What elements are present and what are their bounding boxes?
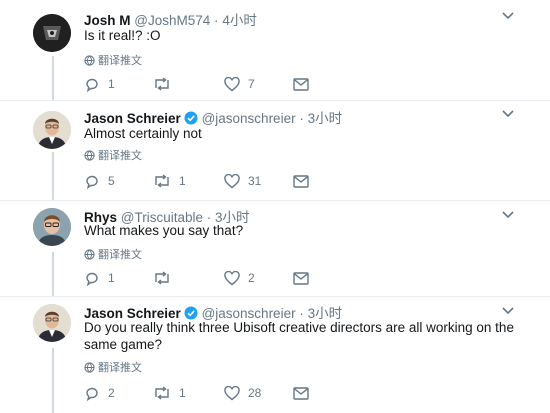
envelope-icon xyxy=(293,271,309,285)
reply-count: 1 xyxy=(108,271,115,285)
chevron-down-icon[interactable] xyxy=(502,207,514,222)
reply-button[interactable]: 2 xyxy=(84,384,115,402)
tweet-text: Is it real!? :O xyxy=(84,28,161,43)
translate-label: 翻译推文 xyxy=(98,55,142,67)
reply-button[interactable]: 1 xyxy=(84,269,115,287)
translate-link[interactable]: 翻译推文 xyxy=(84,52,142,69)
retweet-icon xyxy=(155,386,169,400)
retweet-count: 1 xyxy=(179,174,186,188)
reply-count: 1 xyxy=(108,77,115,91)
globe-icon xyxy=(84,362,95,376)
timestamp[interactable]: 3小时 xyxy=(308,111,343,126)
tweet[interactable]: Rhys @Triscuitable · 3小时 What makes you … xyxy=(0,201,550,296)
globe-icon xyxy=(84,55,95,69)
like-count: 31 xyxy=(248,174,262,188)
tweet-text: What makes you say that? xyxy=(84,223,244,238)
globe-icon xyxy=(84,150,95,164)
translate-link[interactable]: 翻译推文 xyxy=(84,147,142,164)
user-handle[interactable]: @jasonschreier xyxy=(202,111,296,126)
translate-link[interactable]: 翻译推文 xyxy=(84,246,142,263)
separator-dot: · xyxy=(214,13,219,28)
tweet[interactable]: Josh M @JoshM574 · 4小时 Is it real!? :O 翻… xyxy=(0,0,550,100)
retweet-icon xyxy=(155,174,169,188)
like-button[interactable]: 31 xyxy=(224,172,261,190)
reply-icon xyxy=(86,272,98,286)
sports-logo-icon xyxy=(33,14,71,52)
retweet-button[interactable] xyxy=(153,269,179,287)
like-count: 28 xyxy=(248,386,262,400)
timestamp[interactable]: 4小时 xyxy=(222,13,257,28)
separator-dot: · xyxy=(299,111,304,126)
direct-message-button[interactable] xyxy=(293,269,309,287)
person-photo-icon xyxy=(33,111,71,149)
person-photo-icon xyxy=(33,208,71,246)
person-photo-icon xyxy=(33,304,71,342)
reply-icon xyxy=(86,78,98,92)
reply-icon xyxy=(86,175,98,189)
direct-message-button[interactable] xyxy=(293,384,309,402)
translate-label: 翻译推文 xyxy=(98,362,142,374)
like-count: 7 xyxy=(248,77,255,91)
like-button[interactable]: 2 xyxy=(224,269,255,287)
envelope-icon xyxy=(293,77,309,91)
tweet-text: Almost certainly not xyxy=(84,126,202,141)
display-name[interactable]: Jason Schreier xyxy=(84,111,181,126)
envelope-icon xyxy=(293,174,309,188)
avatar[interactable] xyxy=(33,208,71,246)
heart-icon xyxy=(224,76,240,91)
display-name[interactable]: Josh M xyxy=(84,13,131,28)
reply-button[interactable]: 1 xyxy=(84,75,115,93)
translate-link[interactable]: 翻译推文 xyxy=(84,359,142,376)
retweet-icon xyxy=(155,271,169,285)
tweet[interactable]: Jason Schreier @jasonschreier · 3小时 Do y… xyxy=(0,297,550,413)
retweet-icon xyxy=(155,77,169,91)
retweet-count: 1 xyxy=(179,386,186,400)
avatar[interactable] xyxy=(33,111,71,149)
like-button[interactable]: 7 xyxy=(224,75,255,93)
retweet-button[interactable]: 1 xyxy=(153,384,186,402)
avatar[interactable] xyxy=(33,304,71,342)
like-count: 2 xyxy=(248,271,255,285)
tweet-text: Do you really think three Ubisoft creati… xyxy=(84,320,514,352)
chevron-down-icon[interactable] xyxy=(502,106,514,121)
reply-button[interactable]: 5 xyxy=(84,172,115,190)
envelope-icon xyxy=(293,386,309,400)
heart-icon xyxy=(224,385,240,400)
translate-label: 翻译推文 xyxy=(98,150,142,162)
globe-icon xyxy=(84,249,95,263)
heart-icon xyxy=(224,173,240,188)
tweet[interactable]: Jason Schreier @jasonschreier · 3小时 Almo… xyxy=(0,101,550,200)
avatar[interactable] xyxy=(33,14,71,52)
chevron-down-icon[interactable] xyxy=(502,303,514,318)
like-button[interactable]: 28 xyxy=(224,384,261,402)
reply-count: 5 xyxy=(108,174,115,188)
direct-message-button[interactable] xyxy=(293,75,309,93)
reply-count: 2 xyxy=(108,386,115,400)
chevron-down-icon[interactable] xyxy=(502,8,514,23)
retweet-button[interactable]: 1 xyxy=(153,172,186,190)
tweet-header: Josh M @JoshM574 · 4小时 xyxy=(84,9,257,29)
reply-icon xyxy=(86,387,98,401)
direct-message-button[interactable] xyxy=(293,172,309,190)
user-handle[interactable]: @JoshM574 xyxy=(134,13,210,28)
translate-label: 翻译推文 xyxy=(98,249,142,261)
heart-icon xyxy=(224,270,240,285)
retweet-button[interactable] xyxy=(153,75,179,93)
